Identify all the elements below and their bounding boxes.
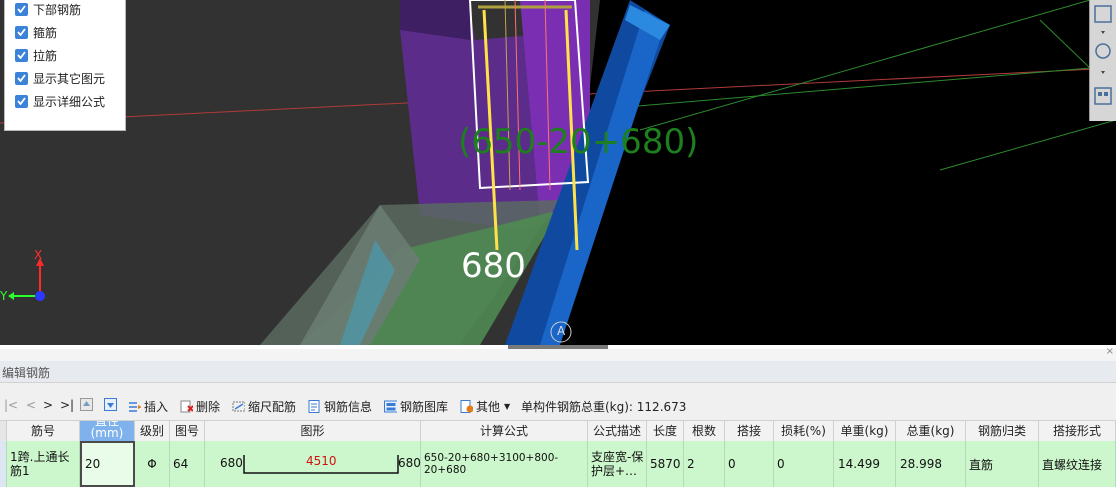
rebar-library-label: 钢筋图库: [400, 400, 449, 414]
header-grade[interactable]: 级别: [135, 421, 170, 441]
cell-loss[interactable]: 0: [774, 441, 834, 487]
insert-label: 插入: [144, 400, 169, 414]
row-header-corner: [0, 421, 7, 441]
move-down-button[interactable]: [104, 398, 117, 411]
cell-lap-type[interactable]: 直螺纹连接: [1039, 441, 1116, 487]
header-bar-no[interactable]: 筋号: [7, 421, 80, 441]
scale-rebar-icon: [232, 401, 245, 412]
checkbox-tie-bar[interactable]: 拉筋: [15, 46, 57, 64]
cell-grade[interactable]: Φ: [135, 441, 170, 487]
panel-edge-bar: ×: [0, 346, 1116, 361]
shape-mid-dim: 4510: [306, 454, 337, 468]
rebar-library-button[interactable]: 钢筋图库: [384, 398, 448, 415]
cell-category[interactable]: 直筋: [966, 441, 1039, 487]
cell-formula[interactable]: 650-20+680+3100+800-20+680: [421, 441, 588, 487]
header-total-weight[interactable]: 总重(kg): [896, 421, 966, 441]
check-icon: [15, 94, 28, 108]
move-down-icon: [104, 398, 117, 411]
axis-x-label: X: [34, 248, 43, 262]
header-unit-weight[interactable]: 单重(kg): [834, 421, 896, 441]
header-shape[interactable]: 图形: [205, 421, 421, 441]
checkbox-label: 拉筋: [33, 48, 58, 63]
header-count[interactable]: 根数: [684, 421, 725, 441]
cell-formula-desc[interactable]: 支座宽-保护层+…: [588, 441, 647, 487]
cell-shape[interactable]: 680 4510 680: [205, 441, 421, 487]
rebar-info-label: 钢筋信息: [324, 400, 373, 414]
3d-viewport[interactable]: 下部钢筋 箍筋 拉筋 显示其它图元 显示详细公式 (650-20+680) 68…: [0, 0, 1116, 345]
delete-label: 删除: [196, 400, 221, 414]
insert-icon: [129, 402, 141, 412]
move-up-icon: [80, 398, 93, 411]
row-selector[interactable]: [0, 441, 7, 487]
move-up-button[interactable]: [80, 398, 93, 411]
dimension-annotation: 680: [461, 246, 526, 286]
cell-total-weight[interactable]: 28.998: [896, 441, 966, 487]
header-category[interactable]: 钢筋归类: [966, 421, 1039, 441]
scale-rebar-button[interactable]: 缩尺配筋: [232, 398, 296, 415]
delete-button[interactable]: 删除: [180, 398, 220, 415]
model-scene: [0, 0, 1116, 345]
cell-fig-no[interactable]: 64: [170, 441, 205, 487]
nav-first-button[interactable]: |<: [4, 398, 18, 412]
header-length[interactable]: 长度: [647, 421, 684, 441]
formula-annotation: (650-20+680): [458, 122, 699, 162]
checkbox-bottom-rebar[interactable]: 下部钢筋: [15, 0, 81, 18]
checkbox-label: 下部钢筋: [33, 2, 82, 17]
nav-prev-button[interactable]: <: [26, 398, 36, 412]
shape-left-dim: 680: [220, 456, 243, 470]
other-icon: [460, 400, 473, 413]
cell-count[interactable]: 2: [684, 441, 725, 487]
header-formula-desc[interactable]: 公式描述: [588, 421, 647, 441]
axis-y-label: Y: [0, 289, 8, 303]
cell-length[interactable]: 5870: [647, 441, 684, 487]
shape-right-dim: 680: [398, 456, 421, 470]
cell-unit-weight[interactable]: 14.499: [834, 441, 896, 487]
header-loss[interactable]: 损耗(%): [774, 421, 834, 441]
nav-next-button[interactable]: >: [43, 398, 53, 412]
check-icon: [15, 48, 28, 62]
table-row[interactable]: 1跨.上通长筋1 20 Φ 64 680 4510 680 650-20+680…: [0, 441, 1116, 487]
header-fig-no[interactable]: 图号: [170, 421, 205, 441]
header-diameter[interactable]: 直径(mm): [80, 421, 135, 441]
checkbox-label: 显示详细公式: [33, 94, 106, 109]
rebar-info-button[interactable]: 钢筋信息: [308, 398, 372, 415]
checkbox-stirrup[interactable]: 箍筋: [15, 23, 57, 41]
checkbox-label: 箍筋: [33, 25, 58, 40]
check-icon: [15, 25, 28, 39]
total-weight-text: 单构件钢筋总重(kg): 112.673: [521, 400, 687, 414]
header-lap[interactable]: 搭接: [725, 421, 774, 441]
header-lap-type[interactable]: 搭接形式: [1039, 421, 1116, 441]
display-options-panel: 下部钢筋 箍筋 拉筋 显示其它图元 显示详细公式: [4, 0, 126, 131]
checkbox-label: 显示其它图元: [33, 71, 106, 86]
header-formula[interactable]: 计算公式: [421, 421, 588, 441]
close-icon[interactable]: ×: [1106, 346, 1114, 357]
library-icon: [384, 400, 397, 413]
nav-last-button[interactable]: >|: [60, 398, 74, 412]
cell-lap[interactable]: 0: [725, 441, 774, 487]
rebar-toolbar: |< < > >| 插入 删除 缩尺配筋 钢筋信息 钢筋图库 其他 ▼ 单构件钢…: [0, 394, 1116, 418]
document-icon: [308, 400, 320, 413]
check-icon: [15, 71, 28, 85]
checkbox-show-detailed-formula[interactable]: 显示详细公式: [15, 92, 105, 110]
dropdown-arrow-icon: ▼: [504, 402, 511, 411]
cell-bar-no[interactable]: 1跨.上通长筋1: [7, 441, 80, 487]
panel-title-text: 编辑钢筋: [2, 366, 51, 380]
other-label: 其他: [476, 400, 501, 414]
insert-button[interactable]: 插入: [128, 398, 168, 415]
checkbox-show-other-elements[interactable]: 显示其它图元: [15, 69, 105, 87]
view-tools-icon: [1094, 5, 1112, 105]
edit-rebar-panel-title: 编辑钢筋: [0, 361, 1116, 383]
cell-diameter-input[interactable]: 20: [80, 441, 135, 487]
table-header-row: 筋号 直径(mm) 级别 图号 图形 计算公式 公式描述 长度 根数 搭接 损耗…: [0, 420, 1116, 442]
other-menu-button[interactable]: 其他 ▼: [460, 398, 510, 415]
delete-icon: [180, 400, 193, 413]
view-cube-toolbar[interactable]: [1089, 0, 1116, 121]
header-diameter-text: 直径(mm): [90, 421, 124, 440]
grid-axis-label: A: [557, 324, 566, 338]
scale-rebar-label: 缩尺配筋: [248, 400, 297, 414]
check-icon: [15, 2, 28, 16]
